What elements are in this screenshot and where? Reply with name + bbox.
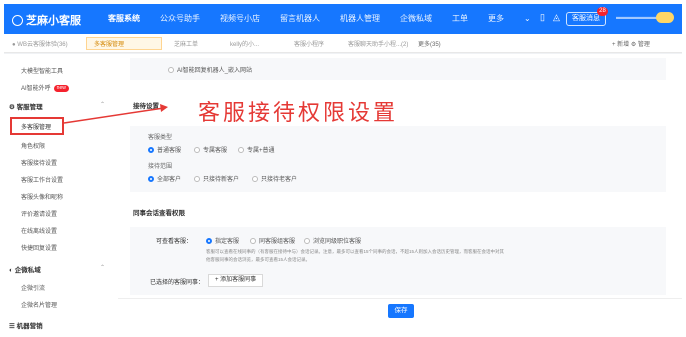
tab-item[interactable]: 芝麻工单	[174, 39, 198, 48]
tab-item[interactable]: kelly的小...	[230, 39, 259, 48]
top-nav-bar: 芝麻小客服 客服系统 公众号助手 视频号小店 留言机器人 机器人管理 企微私域 工单 更多 ⌄ …	[4, 4, 682, 34]
nav-official-account[interactable]: 公众号助手	[160, 14, 200, 23]
sidebar-item-online-offline[interactable]: 在线离线设置	[21, 226, 57, 235]
bell-icon[interactable]: ◬	[553, 12, 563, 24]
tab-item[interactable]: 客服聊天助手小程...(2)	[348, 39, 408, 48]
sidebar-group-label: 企微私域	[14, 267, 41, 274]
colleague-view-title: 同事会话查看权限	[133, 210, 185, 217]
chevron-down-icon: ⌄	[524, 14, 531, 23]
tab-strip: ● WB云客服体验(36) 多客服管理 芝麻工单 kelly的小... 客服小程…	[4, 34, 682, 53]
new-badge: new	[53, 85, 69, 92]
agent-type-label: 客服类型	[148, 135, 173, 141]
phone-icon[interactable]: ▯	[540, 12, 550, 24]
agent-type-normal[interactable]: 普通客服	[148, 145, 181, 154]
nav-wecom-private[interactable]: 企微私域	[400, 14, 432, 23]
sidebar-item-label: AI智能外呼	[21, 86, 51, 92]
save-button[interactable]: 保存	[388, 304, 414, 318]
main-nav: 客服系统 公众号助手 视频号小店 留言机器人 机器人管理 企微私域 工单 更多 ⌄	[108, 13, 551, 24]
reception-scope-label: 接待范围	[148, 164, 173, 170]
radio-label: 指定客服	[215, 239, 240, 245]
footer-divider	[118, 298, 682, 299]
nav-comment-bot[interactable]: 留言机器人	[280, 14, 320, 23]
manage-tabs-button[interactable]: ⚙ 管理	[631, 42, 650, 48]
radio-icon	[252, 176, 258, 182]
nav-bot-management[interactable]: 机器人管理	[340, 14, 380, 23]
bot-option-card: AI智能回复机器人_嵌入网站	[130, 58, 666, 80]
radio-icon	[148, 147, 154, 153]
sidebar-item-quick-reply[interactable]: 快捷回复设置	[21, 243, 57, 252]
tab-tools: + 新增 ⚙ 管理	[612, 39, 650, 48]
radio-label: 专属客服	[203, 148, 228, 154]
app-window: 芝麻小客服 客服系统 公众号助手 视频号小店 留言机器人 机器人管理 企微私域 工单 更多 ⌄ …	[4, 4, 682, 333]
nav-video-shop[interactable]: 视频号小店	[220, 14, 260, 23]
radio-label: AI智能回复机器人_嵌入网站	[177, 68, 253, 74]
sidebar-item-llm-tools[interactable]: 大模型智能工具	[21, 66, 63, 75]
marketing-icon: ☰	[9, 323, 17, 330]
logo-icon	[12, 15, 23, 26]
app-logo[interactable]: 芝麻小客服	[12, 12, 81, 28]
radio-label: 只接待新客户	[203, 177, 240, 183]
nav-ticket[interactable]: 工单	[452, 14, 468, 23]
sidebar-item-wecom-card[interactable]: 企微名片管理	[21, 300, 57, 309]
sidebar-item-rating[interactable]: 评价邀请设置	[21, 209, 57, 218]
sidebar-item-ai-call[interactable]: AI智能外呼 new	[21, 83, 69, 92]
radio-label: 浏览同级职位客服	[313, 239, 362, 245]
radio-label: 同客服组客服	[259, 239, 296, 245]
chevron-up-icon[interactable]: ⌃	[100, 101, 105, 108]
sidebar-item-wecom-traffic[interactable]: 企微引流	[21, 283, 45, 292]
sidebar-item-reception[interactable]: 客服接待设置	[21, 158, 57, 167]
scope-all-customers[interactable]: 全部客户	[148, 174, 181, 183]
radio-label: 专属+普通	[247, 148, 275, 154]
selected-colleagues-label: 已选择的客服同事：	[150, 280, 205, 286]
radio-icon	[194, 176, 200, 182]
annotation-title: 客服接待权限设置	[198, 101, 399, 126]
nav-customer-service[interactable]: 客服系统	[108, 14, 140, 23]
settings-icon: ⚙	[9, 104, 17, 111]
sidebar-group-label: 客服管理	[16, 104, 43, 111]
tab-item[interactable]: 客服小程序	[294, 39, 324, 48]
nav-more[interactable]: 更多	[488, 14, 504, 23]
radio-icon	[194, 147, 200, 153]
add-tab-button[interactable]: + 新增	[612, 42, 629, 48]
tab-item-active[interactable]: 多客服管理	[94, 39, 124, 48]
scope-new-customers[interactable]: 只接待新客户	[194, 174, 239, 183]
tabs-more-dropdown[interactable]: 更多(35)	[418, 39, 441, 48]
radio-label: 只接待老客户	[261, 177, 298, 183]
radio-label: 普通客服	[157, 148, 182, 154]
tab-item[interactable]: ● WB云客服体验(36)	[12, 39, 68, 48]
sidebar-group-marketing[interactable]: ☰ 机器营销	[9, 320, 43, 330]
bot-option-radio[interactable]: AI智能回复机器人_嵌入网站	[168, 65, 252, 74]
view-same-level-agents[interactable]: 浏览同级职位客服	[304, 236, 361, 245]
reception-card: 客服类型 普通客服 专属客服 专属+普通 接待范围 全部客户 只接待新客户 只接…	[130, 126, 666, 192]
radio-icon	[238, 147, 244, 153]
sidebar-item-avatar-nickname[interactable]: 客服头像和昵称	[21, 192, 63, 201]
sidebar-group-wecom[interactable]: ◐ 企微私域	[9, 264, 41, 274]
scope-old-customers[interactable]: 只接待老客户	[252, 174, 297, 183]
agent-type-exclusive[interactable]: 专属客服	[194, 145, 227, 154]
sidebar-group-customer-service[interactable]: ⚙ 客服管理	[9, 101, 43, 111]
message-badge: 28	[597, 7, 608, 16]
reception-settings-title: 接待设置	[133, 103, 159, 110]
radio-icon	[148, 176, 154, 182]
radio-icon	[304, 238, 310, 244]
app-name: 芝麻小客服	[26, 15, 81, 27]
selection-highlight-box	[10, 117, 64, 135]
add-colleague-button[interactable]: + 添加客服同事	[208, 274, 264, 287]
sidebar-item-workbench[interactable]: 客服工作台设置	[21, 175, 63, 184]
radio-icon	[206, 238, 212, 244]
view-specified-agents[interactable]: 指定客服	[206, 236, 239, 245]
radio-label: 全部客户	[157, 177, 182, 183]
sidebar-item-roles[interactable]: 角色权限	[21, 141, 45, 150]
radio-icon	[168, 67, 174, 73]
view-permission-note: 客服可以查看在线同事的（有客服在接待中与）会话记录。注意，最多可以查看15个同事…	[206, 249, 505, 262]
sidebar: 大模型智能工具 AI智能外呼 new ⚙ 客服管理 ⌃ 多客服管理 角色权限 客服…	[4, 54, 118, 333]
chevron-up-icon[interactable]: ⌃	[100, 264, 105, 271]
view-same-group-agents[interactable]: 同客服组客服	[250, 236, 295, 245]
agent-type-mixed[interactable]: 专属+普通	[238, 145, 275, 154]
sidebar-group-label: 机器营销	[16, 323, 43, 330]
view-agents-label: 可查看客服：	[156, 239, 193, 245]
user-name-blurred[interactable]: ▬▬▬▬▬▬	[616, 14, 658, 21]
radio-icon	[250, 238, 256, 244]
vip-badge	[656, 12, 674, 23]
